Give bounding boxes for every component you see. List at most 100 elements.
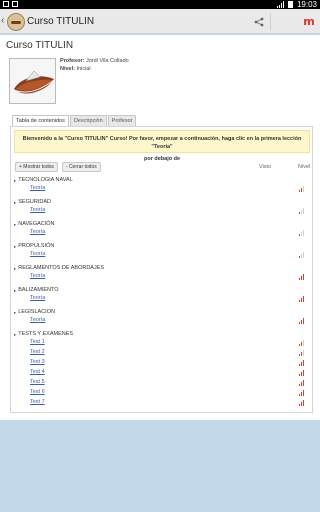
level-bar bbox=[299, 256, 300, 258]
lesson-row: Teoría bbox=[14, 294, 310, 304]
app-title: Curso TITULIN bbox=[27, 16, 95, 27]
level-bar bbox=[301, 188, 302, 192]
section-title-label: TECNOLOGIA NAVAL bbox=[18, 177, 73, 183]
lesson-link[interactable]: Test 6 bbox=[30, 388, 45, 396]
level-bar bbox=[303, 340, 304, 346]
section-title[interactable]: ▸ PROPULSIÓN bbox=[14, 243, 310, 250]
expand-triangle-icon[interactable]: ▸ bbox=[14, 265, 16, 272]
level-bar bbox=[301, 254, 302, 258]
lesson-row: Test 2 bbox=[14, 348, 310, 358]
level-bar bbox=[301, 352, 302, 356]
level-bar bbox=[301, 320, 302, 324]
app-logo[interactable] bbox=[7, 13, 25, 31]
course-page: Curso TITULIN Profesor: Jordi Vila Colla… bbox=[0, 35, 320, 420]
lesson-link[interactable]: Test 7 bbox=[30, 398, 45, 406]
share-button[interactable] bbox=[250, 11, 268, 32]
section-title[interactable]: ▸ NAVEGACIÓN bbox=[14, 221, 310, 228]
level-bars-icon bbox=[299, 380, 304, 386]
lesson-link[interactable]: Test 4 bbox=[30, 368, 45, 376]
notification-icons bbox=[3, 1, 18, 7]
course-section: ▸ REGLAMENTOS DE ABORDAJES Teoría bbox=[14, 265, 310, 282]
battery-icon bbox=[287, 1, 293, 8]
level-bars-icon bbox=[299, 360, 304, 366]
level-label: Nivel: bbox=[60, 66, 75, 72]
expand-triangle-icon[interactable]: ▸ bbox=[14, 287, 16, 294]
level-bar bbox=[299, 364, 300, 366]
lesson-row: Test 7 bbox=[14, 398, 310, 408]
section-title[interactable]: ▸ BALIZAMIENTO bbox=[14, 287, 310, 294]
section-title[interactable]: ▸ REGLAMENTOS DE ABORDAJES bbox=[14, 265, 310, 272]
section-title[interactable]: ▸ LEGISLACION bbox=[14, 309, 310, 316]
level-bar bbox=[301, 372, 302, 376]
level-bars-icon bbox=[299, 186, 304, 192]
level-bars-icon bbox=[299, 318, 304, 324]
lesson-link[interactable]: Teoría bbox=[30, 184, 45, 192]
lesson-row: Test 1 bbox=[14, 338, 310, 348]
level-bar bbox=[301, 210, 302, 214]
lesson-link[interactable]: Teoría bbox=[30, 250, 45, 258]
level-bar bbox=[303, 186, 304, 192]
level-bar bbox=[299, 374, 300, 376]
status-bar: 19:03 bbox=[0, 0, 320, 9]
page-title: Curso TITULIN bbox=[6, 40, 74, 51]
table-of-contents: Bienvenido a la "Curso TITULIN" Curso! P… bbox=[10, 126, 313, 413]
expand-triangle-icon[interactable]: ▸ bbox=[14, 309, 16, 316]
lesson-link[interactable]: Teoría bbox=[30, 316, 45, 324]
level-bar bbox=[303, 296, 304, 302]
level-bar bbox=[301, 362, 302, 366]
section-title[interactable]: ▸ TESTS Y EXAMENES bbox=[14, 331, 310, 338]
section-title[interactable]: ▸ SEGURIDAD bbox=[14, 199, 310, 206]
back-icon[interactable]: ‹ bbox=[1, 15, 4, 26]
lesson-link[interactable]: Test 3 bbox=[30, 358, 45, 366]
expand-triangle-icon[interactable]: ▸ bbox=[14, 243, 16, 250]
teacher-label: Profesor: bbox=[60, 58, 85, 64]
close-all-button[interactable]: - Cerrar todos bbox=[61, 162, 101, 172]
course-image bbox=[9, 58, 56, 104]
course-section: ▸ PROPULSIÓN Teoría bbox=[14, 243, 310, 260]
course-section: ▸ BALIZAMIENTO Teoría bbox=[14, 287, 310, 304]
section-title-label: TESTS Y EXAMENES bbox=[18, 331, 74, 337]
lesson-link[interactable]: Teoría bbox=[30, 272, 45, 280]
level-bar bbox=[299, 190, 300, 192]
level-bar bbox=[301, 392, 302, 396]
notice-line-1: Bienvenido a la "Curso TITULIN" Curso! P… bbox=[22, 136, 302, 150]
moodle-icon: m bbox=[303, 15, 315, 28]
expand-triangle-icon[interactable]: ▸ bbox=[14, 221, 16, 228]
level-bar bbox=[303, 208, 304, 214]
level-value: Inicial bbox=[76, 66, 91, 72]
course-meta: Profesor: Jordi Vila Collado Nivel: Inic… bbox=[60, 57, 129, 73]
lesson-link[interactable]: Teoría bbox=[30, 228, 45, 236]
level-bar bbox=[303, 252, 304, 258]
lesson-row: Teoría bbox=[14, 184, 310, 194]
lesson-link[interactable]: Test 2 bbox=[30, 348, 45, 356]
lesson-row: Teoría bbox=[14, 250, 310, 260]
lesson-row: Teoría bbox=[14, 206, 310, 216]
welcome-notice: Bienvenido a la "Curso TITULIN" Curso! P… bbox=[14, 130, 310, 162]
level-bar bbox=[301, 276, 302, 280]
level-bar bbox=[303, 318, 304, 324]
section-title[interactable]: ▸ TECNOLOGIA NAVAL bbox=[14, 177, 310, 184]
level-bars-icon bbox=[299, 350, 304, 356]
section-title-label: NAVEGACIÓN bbox=[18, 221, 55, 227]
notification-icon bbox=[12, 1, 18, 7]
lesson-link[interactable]: Test 1 bbox=[30, 338, 45, 346]
moodle-button[interactable]: m bbox=[300, 11, 318, 32]
expand-triangle-icon[interactable]: ▸ bbox=[14, 199, 16, 206]
level-bar bbox=[303, 230, 304, 236]
level-bar bbox=[301, 298, 302, 302]
show-all-button[interactable]: + Mostrar todos bbox=[15, 162, 58, 172]
lesson-link[interactable]: Teoría bbox=[30, 294, 45, 302]
lesson-link[interactable]: Teoría bbox=[30, 206, 45, 214]
level-bar bbox=[299, 404, 300, 406]
lesson-row: Teoría bbox=[14, 316, 310, 326]
lesson-link[interactable]: Test 5 bbox=[30, 378, 45, 386]
signal-icon bbox=[276, 1, 284, 8]
level-bar bbox=[303, 390, 304, 396]
expand-triangle-icon[interactable]: ▸ bbox=[14, 177, 16, 184]
level-bar bbox=[299, 394, 300, 396]
course-section: ▸ TECNOLOGIA NAVAL Teoría bbox=[14, 177, 310, 194]
level-bar bbox=[303, 380, 304, 386]
level-bar bbox=[301, 232, 302, 236]
expand-triangle-icon[interactable]: ▸ bbox=[14, 331, 16, 338]
column-level: Nivel bbox=[298, 164, 311, 170]
